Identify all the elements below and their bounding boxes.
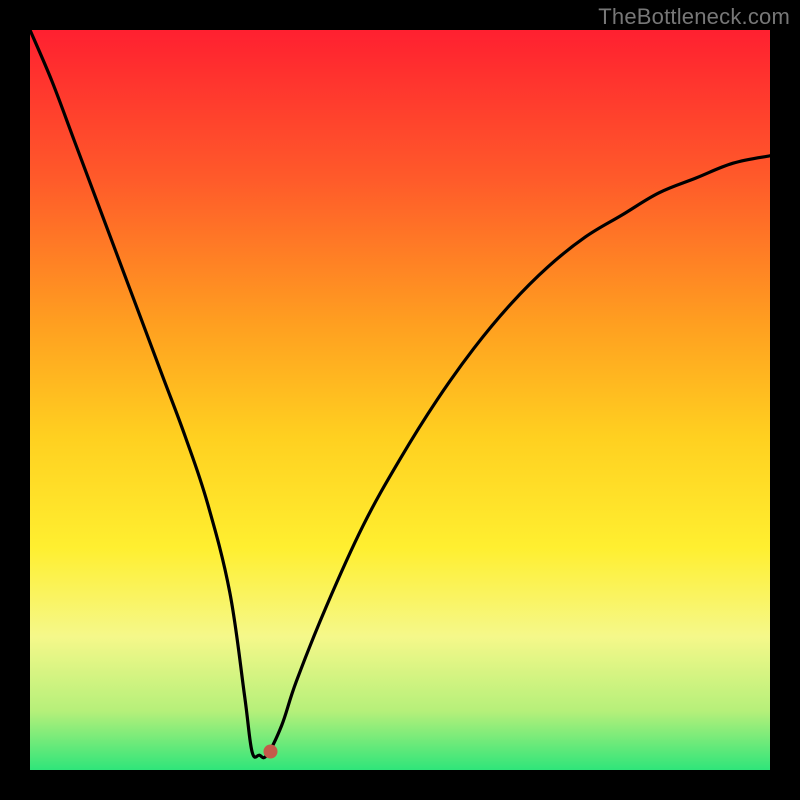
chart-frame: TheBottleneck.com (0, 0, 800, 800)
attribution-text: TheBottleneck.com (598, 4, 790, 30)
chart-background (30, 30, 770, 770)
optimum-point (264, 745, 278, 759)
plot-area (30, 30, 770, 770)
chart-svg (30, 30, 770, 770)
